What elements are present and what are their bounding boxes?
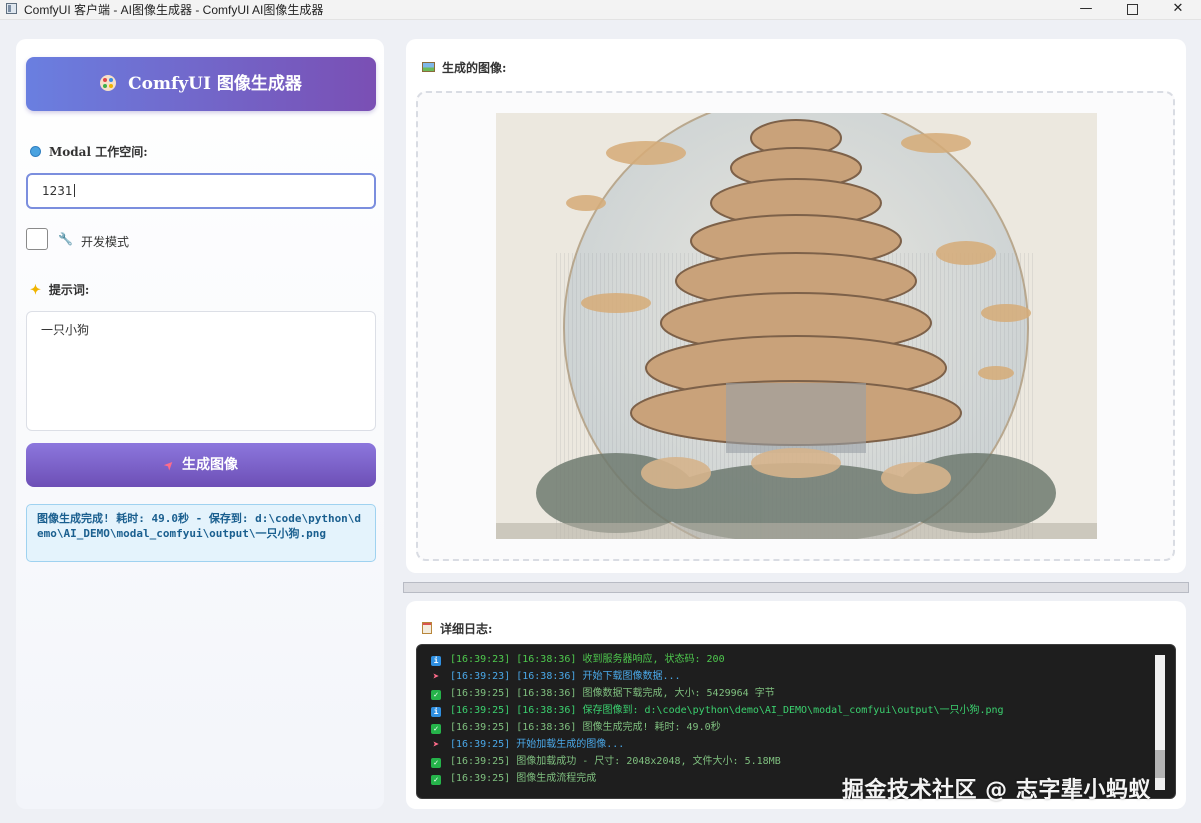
log-line-text: [16:39:23] [16:38:36] 开始下载图像数据... <box>450 671 681 682</box>
text-caret <box>73 184 75 197</box>
app-header: ComfyUI 图像生成器 <box>26 57 376 111</box>
workspace-label-text: Modal 工作空间: <box>49 145 148 159</box>
globe-icon <box>30 146 41 157</box>
info-icon: i <box>431 656 441 666</box>
log-line-text: [16:39:25] 开始加载生成的图像... <box>450 739 625 750</box>
log-line-text: [16:39:23] [16:38:36] 收到服务器响应, 状态码: 200 <box>450 654 725 665</box>
maximize-button[interactable] <box>1109 0 1155 19</box>
prompt-label-text: 提示词: <box>48 283 90 297</box>
app-header-title: ComfyUI 图像生成器 <box>128 74 302 94</box>
generated-image <box>496 113 1097 539</box>
app-icon <box>6 3 17 14</box>
rocket-icon: ➤ <box>432 670 440 683</box>
log-line: ➤ [16:39:23] [16:38:36] 开始下载图像数据... <box>431 668 1151 685</box>
log-icon <box>422 622 432 634</box>
log-line: ✓ [16:39:25] [16:38:36] 图像生成完成! 耗时: 49.0秒 <box>431 719 1151 736</box>
workspace-input-value: 1231 <box>42 184 73 198</box>
check-icon: ✓ <box>431 724 441 734</box>
log-line-text: [16:39:25] [16:38:36] 图像数据下载完成, 大小: 5429… <box>450 688 775 699</box>
prompt-textarea[interactable]: 一只小狗 <box>26 311 376 431</box>
log-line-text: [16:39:25] 图像生成流程完成 <box>450 773 597 784</box>
log-line-text: [16:39:25] [16:38:36] 保存图像到: d:\code\pyt… <box>450 705 1004 716</box>
log-panel-title: 详细日志: <box>422 620 492 637</box>
check-icon: ✓ <box>431 775 441 785</box>
dev-mode-checkbox[interactable] <box>26 228 48 250</box>
log-line: ✓ [16:39:25] 图像加载成功 - 尺寸: 2048x2048, 文件大小… <box>431 753 1151 770</box>
workspace-label: Modal 工作空间: <box>30 143 148 160</box>
prompt-label: ✦ 提示词: <box>30 281 89 298</box>
maximize-icon <box>1126 4 1138 15</box>
generate-button[interactable]: ➤ 生成图像 <box>26 443 376 487</box>
dev-mode-label[interactable]: 开发模式 <box>81 233 129 250</box>
log-line: i [16:39:23] [16:38:36] 收到服务器响应, 状态码: 200 <box>431 651 1151 668</box>
minimize-button[interactable]: — <box>1063 0 1109 19</box>
prompt-value: 一只小狗 <box>41 323 90 337</box>
wrench-icon: 🔧 <box>58 232 73 246</box>
log-line: ➤ [16:39:25] 开始加载生成的图像... <box>431 736 1151 753</box>
log-line-text: [16:39:25] [16:38:36] 图像生成完成! 耗时: 49.0秒 <box>450 722 721 733</box>
log-line: ✓ [16:39:25] [16:38:36] 图像数据下载完成, 大小: 542… <box>431 685 1151 702</box>
generate-button-label: 生成图像 <box>182 457 239 473</box>
image-panel-title-text: 生成的图像: <box>442 61 507 75</box>
image-panel: 生成的图像: <box>406 39 1186 573</box>
workspace-input[interactable]: 1231 <box>26 173 376 209</box>
image-frame <box>416 91 1175 561</box>
control-panel: ComfyUI 图像生成器 Modal 工作空间: 1231 🔧 开发模式 ✦ 提… <box>16 39 384 809</box>
log-scrollbar[interactable] <box>1155 655 1165 790</box>
sparkle-icon: ✦ <box>30 283 41 298</box>
panel-splitter[interactable] <box>403 582 1189 593</box>
log-scrollbar-thumb[interactable] <box>1155 750 1165 778</box>
window-title: ComfyUI 客户端 - AI图像生成器 - ComfyUI AI图像生成器 <box>24 3 324 17</box>
log-line-text: [16:39:25] 图像加载成功 - 尺寸: 2048x2048, 文件大小:… <box>450 756 781 767</box>
rocket-icon: ➤ <box>432 738 440 751</box>
window-titlebar: ComfyUI 客户端 - AI图像生成器 - ComfyUI AI图像生成器 … <box>0 0 1201 20</box>
palette-icon <box>100 75 117 91</box>
watermark: 掘金技术社区 @ 志字辈小蚂蚁 <box>842 778 1151 803</box>
close-button[interactable]: ✕ <box>1155 0 1201 19</box>
check-icon: ✓ <box>431 758 441 768</box>
info-icon: i <box>431 707 441 717</box>
log-lines: i [16:39:23] [16:38:36] 收到服务器响应, 状态码: 200… <box>431 651 1151 787</box>
generated-image-art <box>496 113 1097 539</box>
log-line: i [16:39:25] [16:38:36] 保存图像到: d:\code\py… <box>431 702 1151 719</box>
check-icon: ✓ <box>431 690 441 700</box>
picture-icon <box>422 62 435 72</box>
image-panel-title: 生成的图像: <box>422 59 506 76</box>
status-message: 图像生成完成! 耗时: 49.0秒 - 保存到: d:\code\python\… <box>26 504 376 562</box>
log-panel-title-text: 详细日志: <box>440 622 493 636</box>
